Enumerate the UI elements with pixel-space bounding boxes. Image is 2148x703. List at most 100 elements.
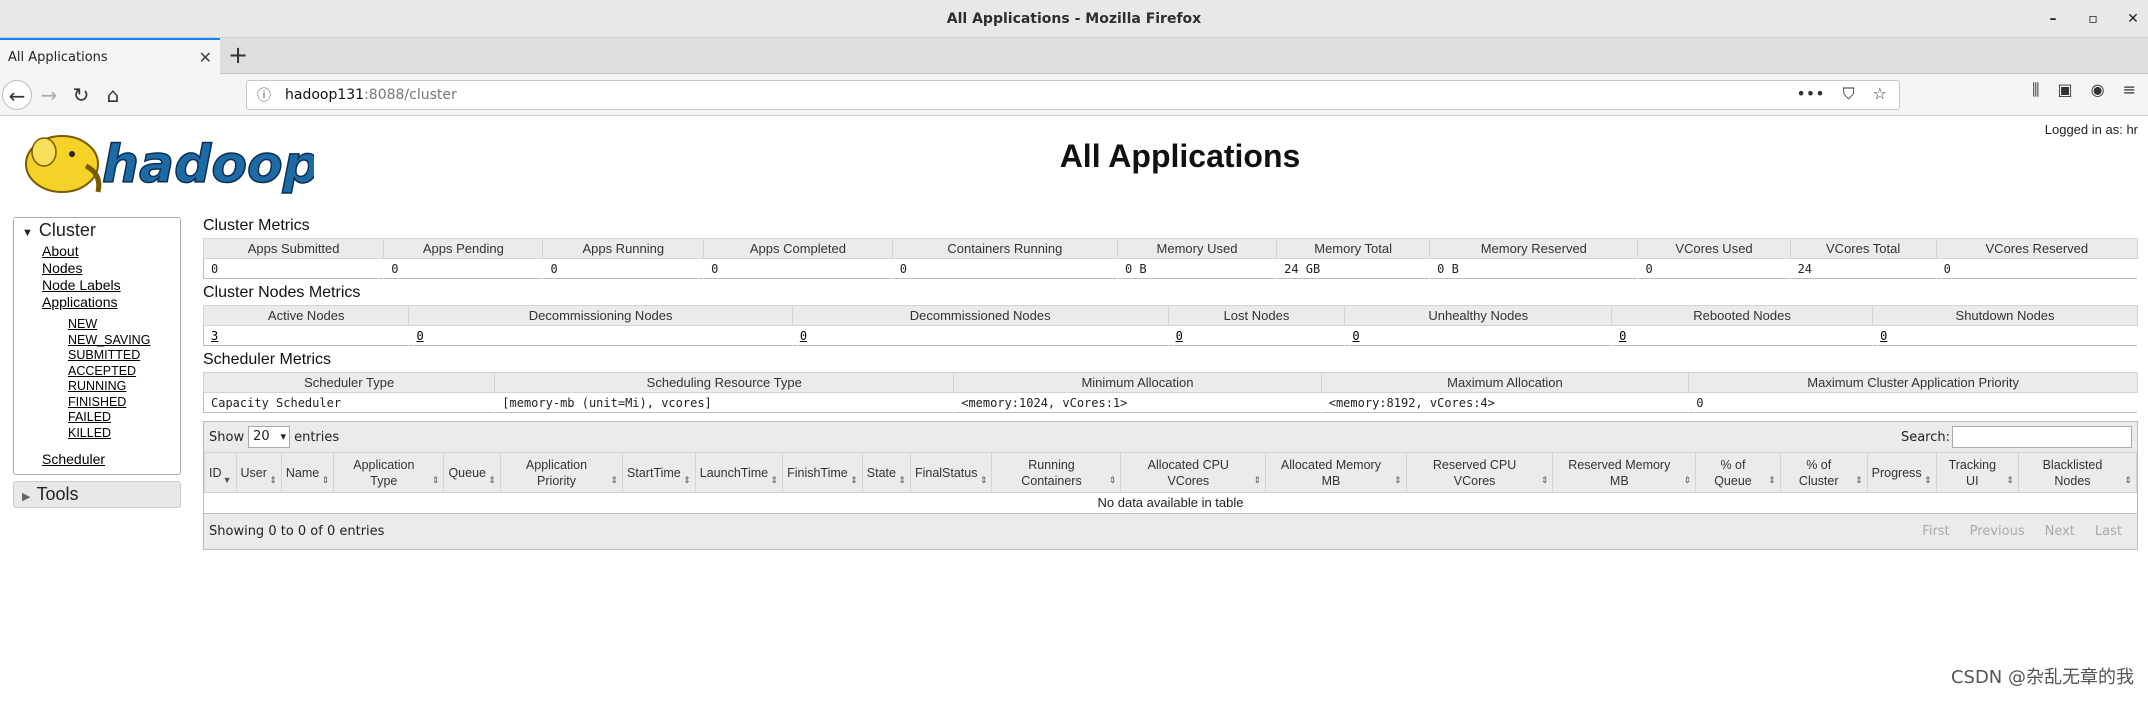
sort-icon: ⇕ (610, 475, 619, 485)
pager-next-button[interactable]: Next (2045, 524, 2075, 539)
sidebar-link-applications[interactable]: Applications (42, 294, 180, 311)
search-input[interactable] (1952, 426, 2132, 448)
column-header[interactable]: State ⇕ (861, 452, 911, 493)
column-header-label: % of Queue (1714, 457, 1752, 488)
node-metrics-table: Active Nodes Decommissioning Nodes Decom… (202, 305, 2138, 346)
sidebar-icon[interactable]: ▣ (2058, 80, 2073, 100)
url-bar[interactable]: ⓘ hadoop131 :8088/cluster ••• ⛉ ☆ (246, 80, 1900, 110)
scheduler-metrics-title: Scheduler Metrics (203, 351, 332, 368)
column-header[interactable]: FinishTime ⇕ (782, 452, 863, 493)
sort-icon: ⇕ (1924, 475, 1932, 485)
column-header[interactable]: Progress ⇕ (1866, 452, 1937, 493)
node-metric-header: Rebooted Nodes (1611, 305, 1874, 326)
sort-icon: ⇕ (1768, 475, 1776, 485)
unhealthy-nodes-link[interactable]: 0 (1352, 329, 1359, 343)
app-state-links: NEW NEW_SAVING SUBMITTED ACCEPTED RUNNIN… (42, 317, 180, 441)
library-icon[interactable]: ⫼ (2032, 80, 2039, 100)
state-link-killed[interactable]: KILLED (68, 426, 180, 442)
metric-value: 24 GB (1276, 258, 1431, 279)
column-header[interactable]: Name ⇕ (280, 452, 335, 493)
state-link-submitted[interactable]: SUBMITTED (68, 348, 180, 364)
sidebar-link-about[interactable]: About (42, 243, 180, 260)
show-label: Show (209, 429, 245, 445)
shutdown-nodes-link[interactable]: 0 (1880, 329, 1887, 343)
back-icon[interactable]: ← (2, 80, 32, 110)
metric-header: VCores Used (1637, 238, 1791, 259)
pager-first-button[interactable]: First (1922, 524, 1949, 539)
column-header[interactable]: % of Queue ⇕ (1695, 452, 1781, 493)
tools-panel-header[interactable]: ▶ Tools (13, 481, 181, 508)
tab-label: All Applications (8, 49, 108, 65)
active-nodes-link[interactable]: 3 (211, 329, 218, 343)
column-header[interactable]: Reserved Memory MB ⇕ (1552, 452, 1697, 493)
navigation-bar: ← → ↻ ⌂ ⓘ hadoop131 :8088/cluster ••• ⛉ … (0, 74, 2148, 116)
column-header[interactable]: LaunchTime ⇕ (694, 452, 784, 493)
close-icon[interactable]: ✕ (2126, 0, 2140, 38)
column-header[interactable]: Reserved CPU VCores ⇕ (1405, 452, 1554, 493)
state-link-new[interactable]: NEW (68, 317, 180, 333)
bookmark-star-icon[interactable]: ☆ (1873, 84, 1887, 104)
minimize-icon[interactable]: – (2046, 0, 2060, 38)
column-header[interactable]: ID ▼ (204, 452, 237, 493)
maximize-icon[interactable]: ▫ (2086, 0, 2100, 38)
column-header[interactable]: Allocated CPU VCores ⇕ (1120, 452, 1267, 493)
state-link-failed[interactable]: FAILED (68, 410, 180, 426)
sort-icon: ⇕ (1683, 475, 1692, 485)
page-actions-icon[interactable]: ••• (1796, 84, 1824, 104)
table-info: Showing 0 to 0 of 0 entries (209, 523, 385, 539)
column-header-label: FinalStatus (914, 465, 978, 480)
column-header-label: Reserved Memory MB (1568, 457, 1671, 488)
lost-nodes-link[interactable]: 0 (1176, 329, 1183, 343)
window-controls: – ▫ ✕ (2046, 0, 2140, 38)
forward-icon[interactable]: → (34, 80, 64, 110)
state-link-accepted[interactable]: ACCEPTED (68, 364, 180, 380)
home-icon[interactable]: ⌂ (98, 80, 128, 110)
metric-value: 0 B (1429, 258, 1639, 279)
state-link-running[interactable]: RUNNING (68, 379, 180, 395)
sort-icon: ⇕ (683, 475, 691, 485)
decommissioned-nodes-link[interactable]: 0 (800, 329, 807, 343)
column-header[interactable]: Application Type ⇕ (333, 452, 445, 493)
rebooted-nodes-link[interactable]: 0 (1619, 329, 1626, 343)
state-link-new-saving[interactable]: NEW_SAVING (68, 333, 180, 349)
scheduler-header: Scheduler Type (202, 372, 496, 393)
menu-icon[interactable]: ≡ (2123, 80, 2136, 100)
pocket-icon[interactable]: ⛉ (1843, 84, 1855, 104)
metric-header: Containers Running (891, 238, 1118, 259)
pager-last-button[interactable]: Last (2095, 524, 2122, 539)
decommissioning-nodes-link[interactable]: 0 (416, 329, 423, 343)
empty-table-message: No data available in table (1097, 495, 1244, 511)
entries-select[interactable]: 20 (248, 426, 291, 448)
tools-title: Tools (36, 484, 79, 504)
column-header[interactable]: User ⇕ (235, 452, 282, 493)
site-info-icon[interactable]: ⓘ (257, 85, 271, 105)
column-header[interactable]: StartTime ⇕ (622, 452, 696, 493)
window-title: All Applications - Mozilla Firefox (946, 11, 1202, 27)
column-header[interactable]: Application Priority ⇕ (499, 452, 624, 493)
column-header-label: Progress (1871, 465, 1922, 480)
column-header-label: Application Type (353, 457, 415, 488)
column-header[interactable]: Running Containers ⇕ (991, 452, 1122, 493)
column-header[interactable]: Tracking UI ⇕ (1935, 452, 2019, 493)
reload-icon[interactable]: ↻ (66, 80, 96, 110)
state-link-finished[interactable]: FINISHED (68, 395, 180, 411)
column-header[interactable]: Blacklisted Nodes ⇕ (2017, 452, 2138, 493)
tab-close-icon[interactable]: ✕ (199, 48, 212, 67)
cluster-header[interactable]: ▼ Cluster (14, 218, 180, 243)
node-metric-header: Shutdown Nodes (1872, 305, 2138, 326)
account-icon[interactable]: ◉ (2091, 80, 2105, 100)
column-header[interactable]: Queue ⇕ (443, 452, 501, 493)
table-footer: Showing 0 to 0 of 0 entries First Previo… (204, 512, 2137, 549)
sort-icon: ⇕ (1253, 475, 1262, 485)
column-header-label: Blacklisted Nodes (2042, 457, 2103, 488)
column-header[interactable]: % of Cluster ⇕ (1779, 452, 1868, 493)
new-tab-icon[interactable]: + (228, 38, 248, 74)
sidebar-link-node-labels[interactable]: Node Labels (42, 277, 180, 294)
tab-all-applications[interactable]: All Applications ✕ (0, 38, 220, 74)
metric-header: VCores Reserved (1935, 238, 2139, 259)
pager-previous-button[interactable]: Previous (1970, 524, 2025, 539)
sidebar-link-nodes[interactable]: Nodes (42, 260, 180, 277)
sidebar-link-scheduler[interactable]: Scheduler (42, 451, 180, 468)
column-header[interactable]: Allocated Memory MB ⇕ (1265, 452, 1407, 493)
column-header[interactable]: FinalStatus ⇕ (909, 452, 993, 493)
